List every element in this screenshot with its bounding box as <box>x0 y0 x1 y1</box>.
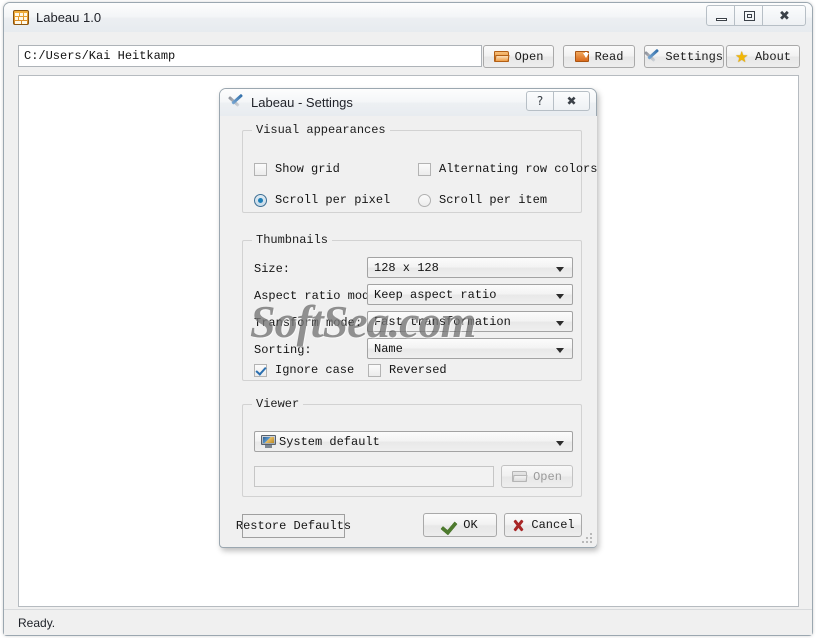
settings-dialog: Labeau - Settings ? ✖ Visual appearances… <box>219 88 597 548</box>
cancel-button-label: Cancel <box>531 518 575 532</box>
thumbnail-size-value: 128 x 128 <box>374 260 439 275</box>
viewer-title: Viewer <box>252 397 304 411</box>
tools-icon <box>227 93 245 109</box>
alternating-row-colors-checkbox[interactable] <box>418 162 431 176</box>
close-button[interactable]: ✖ <box>762 5 806 26</box>
monitor-icon <box>261 435 276 448</box>
scroll-per-item-radio-row[interactable]: Scroll per item <box>418 193 547 207</box>
minimize-button[interactable] <box>706 5 735 26</box>
viewer-open-button-label: Open <box>533 469 562 484</box>
alternating-row-colors-checkbox-row[interactable]: Alternating row colors <box>418 162 597 176</box>
reversed-checkbox[interactable] <box>368 363 381 377</box>
restore-defaults-label: Restore Defaults <box>235 519 352 533</box>
scroll-per-item-radio[interactable] <box>418 193 431 207</box>
ignore-case-checkbox-row[interactable]: Ignore case <box>254 363 354 377</box>
help-button[interactable]: ? <box>526 91 554 111</box>
transform-mode-label: Transform mode: <box>254 316 363 330</box>
show-grid-checkbox[interactable] <box>254 162 267 176</box>
sorting-label: Sorting: <box>254 343 312 357</box>
checkmark-icon <box>440 517 458 535</box>
read-button-label: Read <box>594 49 624 64</box>
maximize-icon <box>744 11 755 21</box>
show-grid-checkbox-row[interactable]: Show grid <box>254 162 340 176</box>
about-button[interactable]: ★ About <box>726 45 800 68</box>
chevron-down-icon <box>556 348 564 353</box>
caption-buttons: ✖ <box>706 5 806 26</box>
chevron-down-icon <box>556 294 564 299</box>
scroll-per-pixel-radio[interactable] <box>254 193 267 207</box>
star-icon: ★ <box>734 47 749 66</box>
open-folder-icon <box>493 50 510 63</box>
thumbnail-size-combo[interactable]: 128 x 128 <box>367 257 573 278</box>
path-input[interactable]: C:/Users/Kai Heitkamp <box>18 45 482 67</box>
sorting-combo[interactable]: Name <box>367 338 573 359</box>
status-text: Ready. <box>18 616 56 630</box>
chevron-down-icon <box>556 267 564 272</box>
tools-icon <box>643 48 660 64</box>
viewer-path-input[interactable] <box>254 466 494 487</box>
chevron-down-icon <box>556 321 564 326</box>
viewer-group: Viewer System default Open <box>242 397 582 497</box>
reversed-label: Reversed <box>389 363 447 377</box>
read-folder-icon <box>574 50 590 63</box>
about-button-label: About <box>754 49 791 64</box>
cross-icon <box>511 519 525 532</box>
visual-appearances-group: Visual appearances Show grid Alternating… <box>242 123 597 213</box>
alternating-row-colors-label: Alternating row colors <box>439 162 598 176</box>
maximize-button[interactable] <box>734 5 763 26</box>
close-icon: ✖ <box>779 9 790 24</box>
sorting-value: Name <box>374 341 403 356</box>
viewer-combo[interactable]: System default <box>254 431 573 452</box>
settings-caption-buttons: ? ✖ <box>526 91 590 111</box>
open-button[interactable]: Open <box>483 45 554 68</box>
thumbnails-group: Thumbnails Size: 128 x 128 Aspect ratio … <box>242 233 582 381</box>
settings-titlebar: Labeau - Settings ? ✖ <box>220 89 596 116</box>
scroll-per-item-label: Scroll per item <box>439 193 548 207</box>
transform-mode-value: Fast transformation <box>374 314 511 329</box>
aspect-ratio-mode-combo[interactable]: Keep aspect ratio <box>367 284 573 305</box>
read-button[interactable]: Read <box>563 45 635 68</box>
show-grid-label: Show grid <box>275 162 340 176</box>
transform-mode-combo[interactable]: Fast transformation <box>367 311 573 332</box>
settings-body: Visual appearances Show grid Alternating… <box>221 116 597 547</box>
window-title: Labeau 1.0 <box>36 10 102 25</box>
scroll-per-pixel-label: Scroll per pixel <box>275 193 391 207</box>
open-button-label: Open <box>514 49 544 64</box>
ignore-case-checkbox[interactable] <box>254 363 267 377</box>
size-label: Size: <box>254 262 291 276</box>
settings-close-button[interactable]: ✖ <box>553 91 590 111</box>
viewer-selected-value: System default <box>279 434 380 449</box>
reversed-checkbox-row[interactable]: Reversed <box>368 363 447 377</box>
restore-defaults-button[interactable]: Restore Defaults <box>236 514 351 538</box>
aspect-ratio-mode-label: Aspect ratio mode: <box>254 289 384 303</box>
viewer-open-button[interactable]: Open <box>501 465 573 488</box>
settings-button-label: Settings <box>665 49 723 64</box>
chevron-down-icon <box>556 441 564 446</box>
cancel-button[interactable]: Cancel <box>504 513 582 537</box>
ignore-case-label: Ignore case <box>275 363 355 377</box>
settings-dialog-title: Labeau - Settings <box>251 95 353 110</box>
minimize-icon <box>716 18 727 21</box>
settings-button[interactable]: Settings <box>643 45 724 68</box>
ok-button[interactable]: OK <box>423 513 497 537</box>
open-folder-icon <box>512 470 528 483</box>
main-titlebar: Labeau 1.0 ✖ <box>4 3 812 32</box>
visual-appearances-title: Visual appearances <box>252 123 390 137</box>
scroll-per-pixel-radio-row[interactable]: Scroll per pixel <box>254 193 390 207</box>
thumbnails-title: Thumbnails <box>252 233 333 247</box>
status-bar: Ready. <box>4 609 812 635</box>
resize-grip[interactable] <box>581 532 592 543</box>
labeau-app-icon <box>13 10 29 25</box>
ok-button-label: OK <box>463 518 478 532</box>
aspect-ratio-mode-value: Keep aspect ratio <box>374 287 497 302</box>
